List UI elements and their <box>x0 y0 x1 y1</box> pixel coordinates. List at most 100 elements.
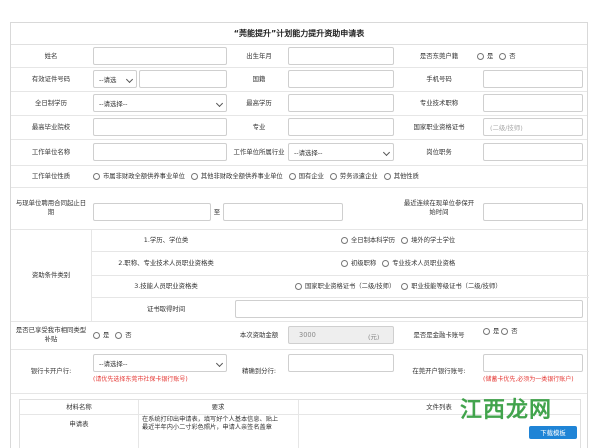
id-number-input[interactable] <box>139 70 227 88</box>
contract-start-input[interactable] <box>93 203 211 221</box>
name-label: 姓名 <box>44 51 58 60</box>
radio-icon[interactable] <box>93 172 100 180</box>
id-type-label: 有效证件号码 <box>31 74 71 83</box>
account-input[interactable] <box>483 354 583 372</box>
divider <box>11 67 587 68</box>
materials-col-name: 材料名称 <box>66 402 92 411</box>
materials-row-req: 在系统打印出申请表，填写好个人基本信息、贴上 最近半年内小二寸彩色照片，申请人亲… <box>142 416 298 432</box>
radio-icon[interactable] <box>401 282 409 290</box>
unit-industry-select[interactable]: --请选择-- <box>288 143 394 161</box>
branch-input[interactable] <box>288 354 394 372</box>
high-edu-input[interactable] <box>288 94 394 112</box>
social-insurance-input[interactable] <box>483 203 583 221</box>
condition-options: 国家职业资格证书（二级/技师） 职业技能等级证书（二级/技师） <box>295 275 587 297</box>
yes-text: 是 <box>103 331 110 339</box>
cert-time-input[interactable] <box>235 300 583 318</box>
work-unit-input[interactable] <box>93 143 227 161</box>
school-input[interactable] <box>93 118 227 136</box>
nation-label: 国籍 <box>252 74 266 83</box>
edu-label: 全日制学历 <box>35 98 67 107</box>
option-text: 境外的学士学位 <box>411 236 456 244</box>
account-note: (储蓄卡优先,必须为一类银行账户) <box>483 376 574 383</box>
condition-category-label: 资助条件类别 <box>31 270 71 279</box>
unit-industry-label: 工作单位所属行业 <box>233 147 285 156</box>
id-type-select[interactable]: --请选 <box>93 70 137 88</box>
no-text: 否 <box>509 52 516 60</box>
chevron-down-icon <box>382 148 391 157</box>
no-text: 否 <box>125 331 132 339</box>
cert-input[interactable]: (二级/技师) <box>483 118 583 136</box>
post-label: 岗位职务 <box>426 147 452 156</box>
edu-value: --请选择-- <box>99 99 128 108</box>
unit-nature-option[interactable]: 其他性质 <box>383 172 419 181</box>
download-template-button[interactable]: 下载模板 <box>529 426 577 439</box>
birth-input[interactable] <box>288 47 394 65</box>
major-input[interactable] <box>288 118 394 136</box>
condition-option[interactable]: 专业技术人员职业资格 <box>382 259 455 268</box>
subsidy-no-option[interactable]: 否 <box>115 331 132 340</box>
radio-icon[interactable] <box>477 52 484 60</box>
unit-nature-option[interactable]: 市属非财政全额供养事业单位 <box>93 172 185 181</box>
condition-label: 1.学历、学位类 <box>143 235 189 244</box>
application-form: “莞能提升”计划能力提升资助申请表 姓名 出生年月 是否东莞户籍 是 否 有效证… <box>10 22 589 448</box>
radio-icon[interactable] <box>383 172 391 180</box>
divider <box>11 115 587 116</box>
unit-nature-option[interactable]: 国有企业 <box>288 172 324 181</box>
nation-input[interactable] <box>288 70 394 88</box>
chevron-down-icon <box>125 75 134 84</box>
dongguan-no-option[interactable]: 否 <box>499 52 516 61</box>
chevron-down-icon <box>215 359 224 368</box>
unit-nature-radio-group: 市属非财政全额供养事业单位 其他非财政全额供养事业单位 国有企业 劳务派遣企业 … <box>93 165 583 187</box>
condition-option[interactable]: 全日制本科学历 <box>341 236 395 245</box>
amount-value: 3000 <box>299 331 316 339</box>
subsidy-yes-option[interactable]: 是 <box>93 331 109 340</box>
radio-icon[interactable] <box>401 236 409 244</box>
finance-card-label: 是否是金融卡账号 <box>413 330 465 339</box>
option-text: 其他非财政全额供养事业单位 <box>200 172 283 180</box>
option-text: 其他性质 <box>393 172 419 180</box>
radio-icon[interactable] <box>499 52 507 60</box>
unit-industry-value: --请选择-- <box>294 148 323 157</box>
id-type-value: --请选 <box>99 75 117 84</box>
cert-time-label: 证书取得时间 <box>146 304 186 313</box>
radio-icon[interactable] <box>115 331 123 339</box>
option-text: 劳务派遣企业 <box>339 172 378 180</box>
materials-row-name: 申请表 <box>69 419 89 428</box>
subsidy-label: 是否已享受我市相同类型补贴 <box>15 326 87 343</box>
name-input[interactable] <box>93 47 227 65</box>
option-text: 专业技术人员职业资格 <box>392 259 456 267</box>
radio-icon[interactable] <box>329 172 337 180</box>
radio-icon[interactable] <box>190 172 198 180</box>
phone-input[interactable] <box>483 70 583 88</box>
condition-option[interactable]: 初级职称 <box>341 259 376 268</box>
social-insurance-label: 最近连续在现单位参保开始时间 <box>403 199 475 216</box>
finance-yes-option[interactable]: 是 <box>483 327 499 336</box>
radio-icon[interactable] <box>501 327 509 335</box>
edu-select[interactable]: --请选择-- <box>93 94 227 112</box>
radio-icon[interactable] <box>382 259 390 267</box>
birth-label: 出生年月 <box>246 51 272 60</box>
yes-text: 是 <box>493 327 500 335</box>
subsidy-radio-group: 是 否 <box>93 321 183 349</box>
radio-icon[interactable] <box>341 259 348 267</box>
radio-icon[interactable] <box>288 172 296 180</box>
unit-nature-option[interactable]: 劳务派遣企业 <box>329 172 378 181</box>
dongguan-yes-option[interactable]: 是 <box>477 52 493 61</box>
condition-option[interactable]: 国家职业资格证书（二级/技师） <box>295 282 395 291</box>
to-text: 至 <box>213 207 221 216</box>
req-line: 在系统打印出申请表，填写好个人基本信息、贴上 <box>142 416 279 423</box>
radio-icon[interactable] <box>93 331 100 339</box>
contract-end-input[interactable] <box>223 203 343 221</box>
title-input[interactable] <box>483 94 583 112</box>
condition-option[interactable]: 境外的学士学位 <box>401 236 455 245</box>
condition-option[interactable]: 职业技能等级证书（二级/技师） <box>401 282 502 291</box>
post-input[interactable] <box>483 143 583 161</box>
finance-no-option[interactable]: 否 <box>501 327 518 336</box>
unit-nature-option[interactable]: 其他非财政全额供养事业单位 <box>190 172 283 181</box>
radio-icon[interactable] <box>483 327 490 335</box>
high-edu-label: 最高学历 <box>246 98 272 107</box>
radio-icon[interactable] <box>341 236 348 244</box>
divider <box>11 349 587 350</box>
bank-select[interactable]: --请选择-- <box>93 354 227 372</box>
radio-icon[interactable] <box>295 282 302 290</box>
